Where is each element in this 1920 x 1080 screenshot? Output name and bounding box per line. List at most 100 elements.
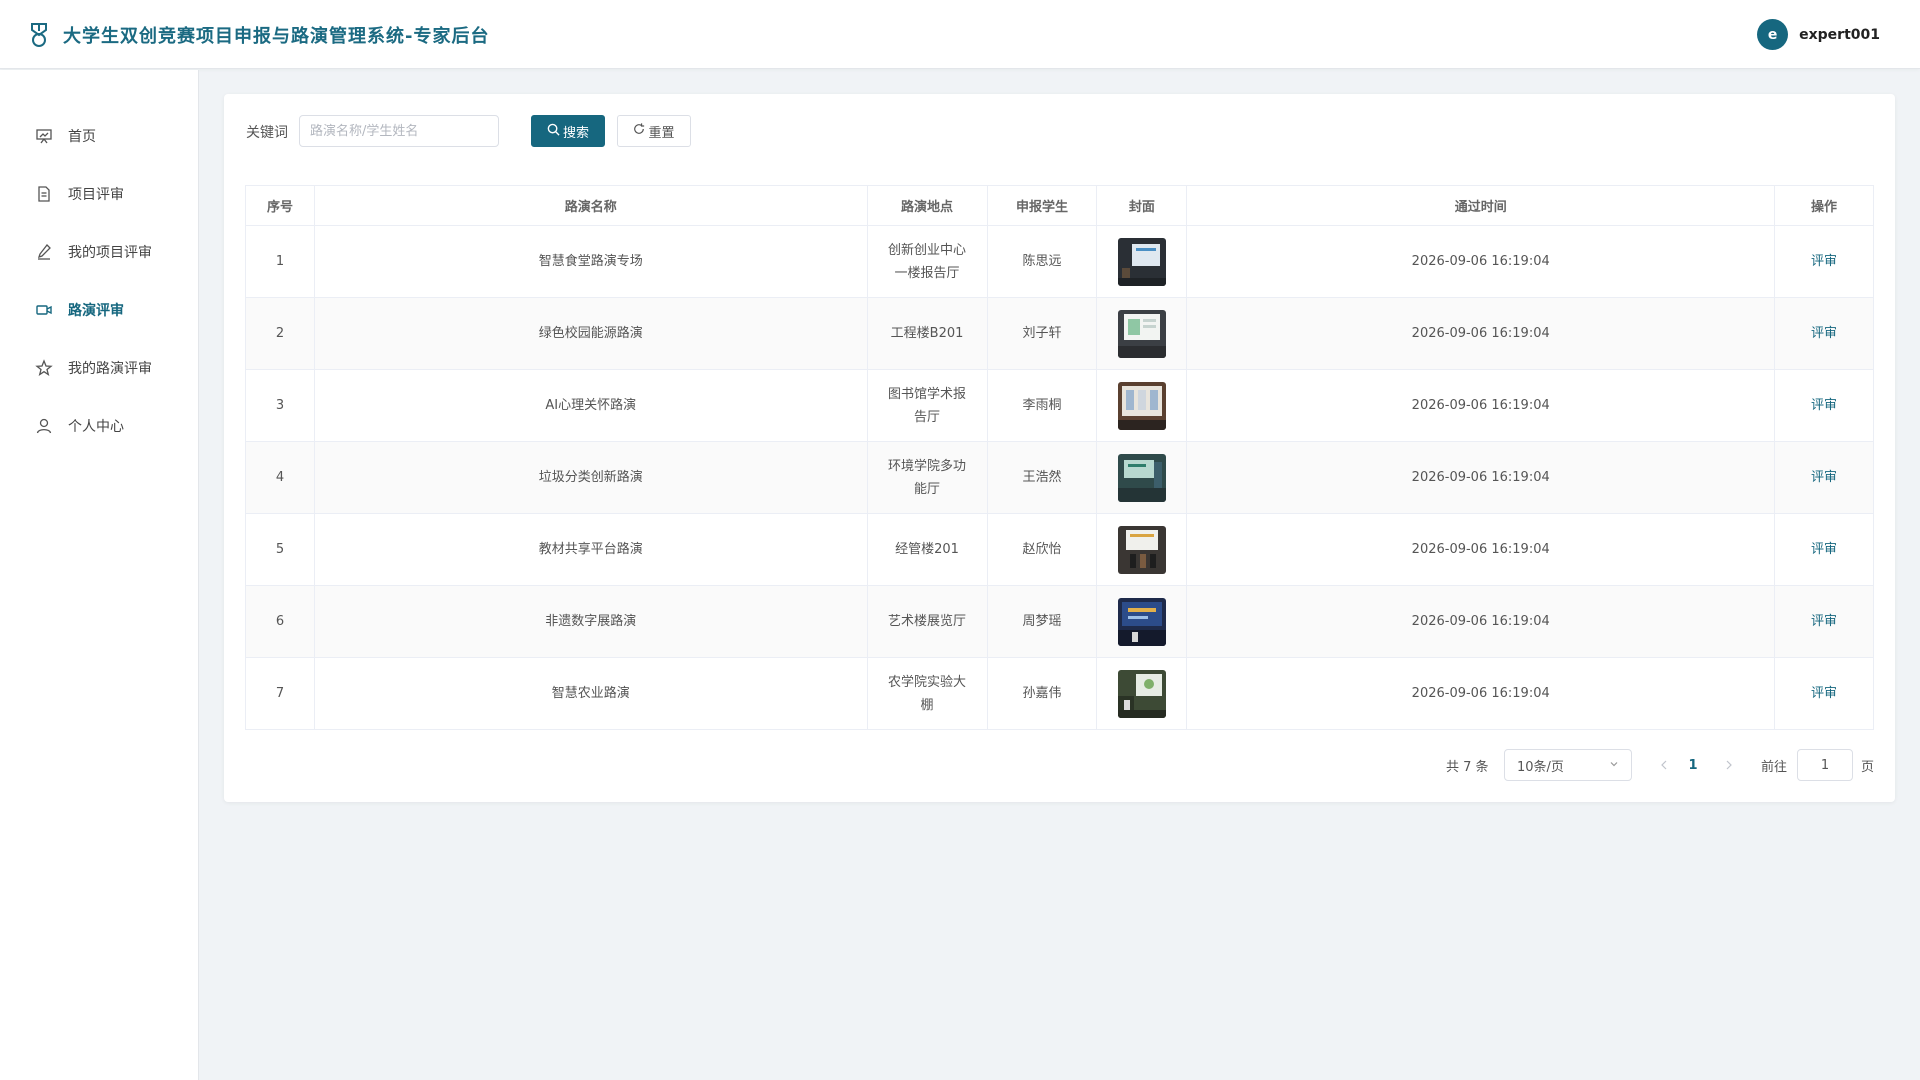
review-link[interactable]: 评审: [1811, 542, 1837, 557]
reset-button[interactable]: 重置: [617, 115, 691, 147]
action-cell: 评审: [1774, 225, 1874, 298]
review-link[interactable]: 评审: [1811, 254, 1837, 269]
student-name: 陈思远: [986, 225, 1098, 298]
cover-image[interactable]: [1117, 309, 1166, 358]
sidebar-item-profile[interactable]: 个人中心: [0, 406, 198, 446]
search-input[interactable]: [299, 115, 499, 147]
pen-icon: [35, 243, 53, 261]
video-camera-icon: [35, 301, 53, 319]
roadshow-name: 非遗数字展路演: [313, 585, 868, 658]
page-number-current[interactable]: 1: [1681, 749, 1705, 781]
action-cell: 评审: [1774, 297, 1874, 370]
app-title: 大学生双创竞赛项目申报与路演管理系统-专家后台: [63, 26, 490, 47]
roadshow-location: 图书馆学术报告厅: [866, 369, 988, 442]
action-cell: 评审: [1774, 513, 1874, 586]
action-cell: 评审: [1774, 369, 1874, 442]
roadshow-table: 序号 路演名称 路演地点 申报学生 封面 通过时间 操作 1 智慧食堂路演专场 …: [245, 185, 1874, 730]
pagination-total: 共 7 条: [1446, 759, 1489, 775]
location-text: 经管楼201: [895, 542, 959, 557]
table-row: 4 垃圾分类创新路演 环境学院多功能厅 王浩然 2026-09-06 16:19…: [245, 441, 1874, 514]
pass-time: 2026-09-06 16:19:04: [1186, 657, 1776, 730]
action-cell: 评审: [1774, 441, 1874, 514]
table-row: 3 AI心理关怀路演 图书馆学术报告厅 李雨桐 2026-09-06 16:19…: [245, 369, 1874, 442]
table-row: 1 智慧食堂路演专场 创新创业中心一楼报告厅 陈思远 2026-09-06 16…: [245, 225, 1874, 298]
sidebar-item-label: 路演评审: [68, 303, 124, 319]
user-menu[interactable]: e expert001: [1757, 18, 1880, 51]
cover-image[interactable]: [1117, 237, 1166, 286]
location-text: 图书馆学术报告厅: [888, 386, 967, 425]
sidebar-item-project-review[interactable]: 项目评审: [0, 174, 198, 214]
cover-image[interactable]: [1117, 381, 1166, 430]
location-text: 农学院实验大棚: [888, 674, 967, 713]
review-link[interactable]: 评审: [1811, 470, 1837, 485]
top-header: 大学生双创竞赛项目申报与路演管理系统-专家后台 e expert001: [0, 0, 1920, 69]
review-link[interactable]: 评审: [1811, 614, 1837, 629]
student-name: 孙嘉伟: [986, 657, 1098, 730]
table-row: 6 非遗数字展路演 艺术楼展览厅 周梦瑶 2026-09-06 16:19:04…: [245, 585, 1874, 658]
page-size-value: 10条/页: [1517, 759, 1564, 775]
page-suffix: 页: [1861, 759, 1875, 775]
roadshow-location: 环境学院多功能厅: [866, 441, 988, 514]
sidebar-item-label: 首页: [68, 129, 96, 145]
row-index: 1: [245, 225, 315, 298]
cover-image[interactable]: [1117, 597, 1166, 646]
sidebar-item-my-project-review[interactable]: 我的项目评审: [0, 232, 198, 272]
row-index: 5: [245, 513, 315, 586]
column-header: 序号: [245, 185, 315, 226]
cover-cell: [1096, 441, 1188, 514]
chevron-left-icon: [1661, 760, 1667, 770]
student-name: 刘子轩: [986, 297, 1098, 370]
column-header: 封面: [1096, 185, 1188, 226]
student-name: 王浩然: [986, 441, 1098, 514]
cover-image[interactable]: [1117, 669, 1166, 718]
roadshow-name: 智慧农业路演: [313, 657, 868, 730]
cover-image[interactable]: [1117, 453, 1166, 502]
roadshow-location: 农学院实验大棚: [866, 657, 988, 730]
document-icon: [35, 185, 53, 203]
review-link[interactable]: 评审: [1811, 326, 1837, 341]
row-index: 4: [245, 441, 315, 514]
roadshow-name: 智慧食堂路演专场: [313, 225, 868, 298]
pass-time: 2026-09-06 16:19:04: [1186, 585, 1776, 658]
goto-label: 前往: [1761, 759, 1788, 775]
review-link[interactable]: 评审: [1811, 686, 1837, 701]
chevron-right-icon: [1726, 760, 1732, 770]
username[interactable]: expert001: [1799, 27, 1880, 43]
roadshow-name: AI心理关怀路演: [313, 369, 868, 442]
cover-image[interactable]: [1117, 525, 1166, 574]
sidebar-item-home[interactable]: 首页: [0, 116, 198, 156]
sidebar-item-label: 项目评审: [68, 187, 124, 203]
roadshow-location: 创新创业中心一楼报告厅: [866, 225, 988, 298]
roadshow-name: 绿色校园能源路演: [313, 297, 868, 370]
prev-page-button[interactable]: [1654, 749, 1674, 781]
pass-time: 2026-09-06 16:19:04: [1186, 369, 1776, 442]
goto-page-input[interactable]: [1797, 749, 1853, 781]
next-page-button[interactable]: [1719, 749, 1739, 781]
search-icon: [547, 123, 560, 140]
pass-time: 2026-09-06 16:19:04: [1186, 297, 1776, 370]
search-button-label: 搜索: [562, 125, 589, 141]
cover-cell: [1096, 513, 1188, 586]
column-header: 路演名称: [313, 185, 868, 226]
row-index: 3: [245, 369, 315, 442]
sidebar-item-my-roadshow-review[interactable]: 我的路演评审: [0, 348, 198, 388]
keyword-label: 关键词: [246, 125, 288, 141]
row-index: 2: [245, 297, 315, 370]
pass-time: 2026-09-06 16:19:04: [1186, 225, 1776, 298]
review-link[interactable]: 评审: [1811, 398, 1837, 413]
roadshow-name: 教材共享平台路演: [313, 513, 868, 586]
cover-cell: [1096, 657, 1188, 730]
reset-button-label: 重置: [648, 125, 675, 141]
avatar[interactable]: e: [1757, 19, 1789, 50]
medal-icon: [28, 22, 50, 48]
page-size-select[interactable]: 10条/页: [1504, 749, 1632, 781]
student-name: 赵欣怡: [986, 513, 1098, 586]
location-text: 创新创业中心一楼报告厅: [888, 242, 967, 281]
action-cell: 评审: [1774, 657, 1874, 730]
pass-time: 2026-09-06 16:19:04: [1186, 441, 1776, 514]
search-button[interactable]: 搜索: [531, 115, 605, 147]
sidebar-item-roadshow-review[interactable]: 路演评审: [0, 290, 198, 330]
table-row: 7 智慧农业路演 农学院实验大棚 孙嘉伟 2026-09-06 16:19:04…: [245, 657, 1874, 730]
cover-cell: [1096, 297, 1188, 370]
roadshow-location: 经管楼201: [866, 513, 988, 586]
